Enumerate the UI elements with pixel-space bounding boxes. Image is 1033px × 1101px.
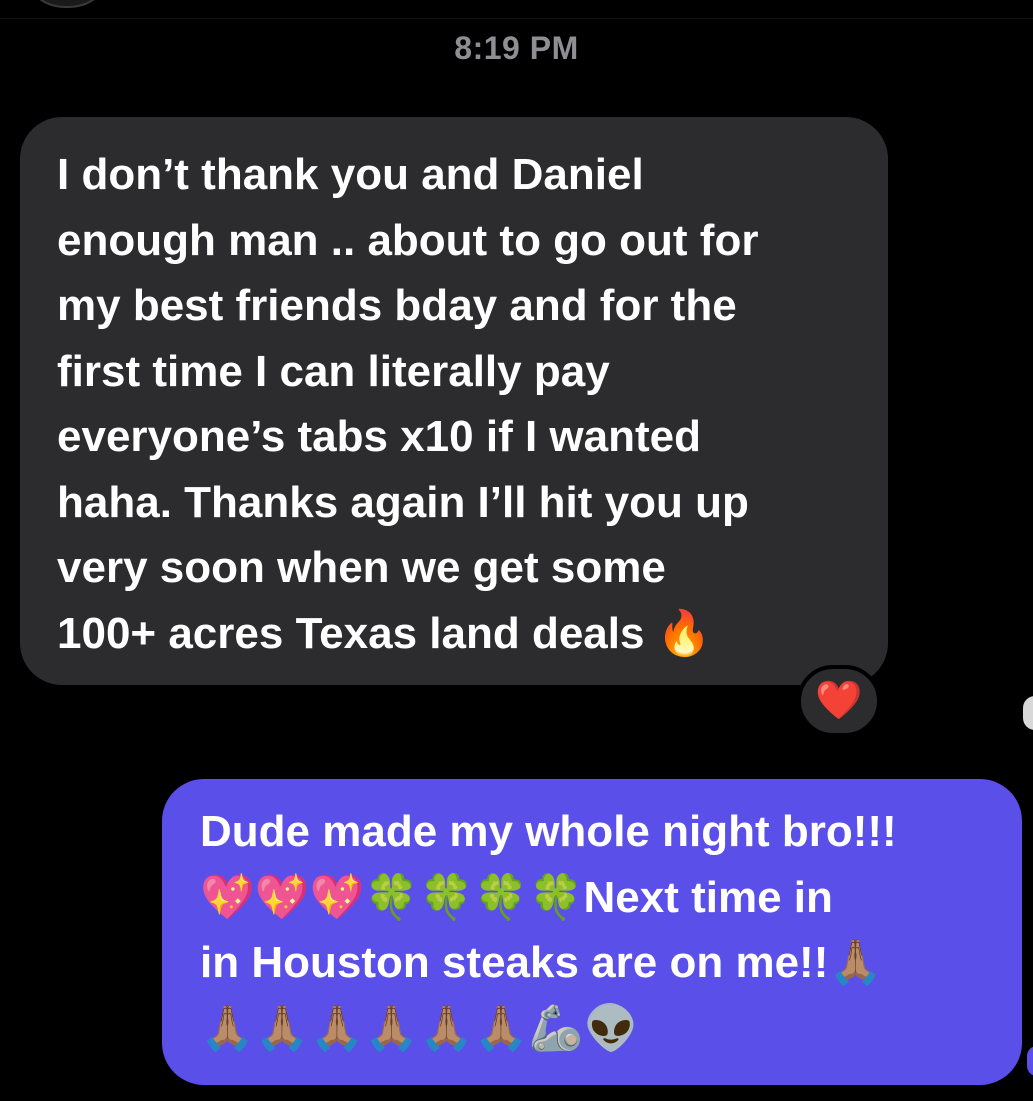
message-line: everyone’s tabs x10 if I wanted [57, 412, 701, 461]
incoming-message-bubble[interactable]: I don’t thank you and Daniel enough man … [20, 117, 888, 685]
message-line: 💖💖💖🍀🍀🍀🍀Next time in [200, 872, 833, 922]
message-line: my best friends bday and for the [57, 281, 737, 330]
message-line: very soon when we get some [57, 543, 666, 592]
message-line: I don’t thank you and Daniel [57, 150, 644, 199]
message-line: 🙏🏽🙏🏽🙏🏽🙏🏽🙏🏽🙏🏽🦾👽 [200, 1003, 639, 1053]
heart-reaction-badge[interactable]: ❤️ [797, 665, 881, 737]
read-receipt-avatar [1023, 696, 1033, 730]
message-timestamp: 8:19 PM [454, 30, 579, 66]
outgoing-message-bubble[interactable]: Dude made my whole night bro!!! 💖💖💖🍀🍀🍀🍀N… [162, 779, 1022, 1085]
header-divider [0, 18, 1033, 19]
message-line: 100+ acres Texas land deals 🔥 [57, 608, 712, 658]
message-line: first time I can literally pay [57, 346, 610, 396]
message-line: Dude made my whole night bro!!! [200, 807, 897, 856]
delivered-indicator [1027, 1046, 1033, 1076]
heart-icon: ❤️ [815, 680, 863, 722]
message-line: haha. Thanks again I’ll hit you up [57, 477, 749, 527]
contact-avatar[interactable] [20, 0, 114, 8]
message-line: in Houston steaks are on me!!🙏🏽 [200, 938, 884, 987]
message-line: enough man .. about to go out for [57, 215, 759, 265]
